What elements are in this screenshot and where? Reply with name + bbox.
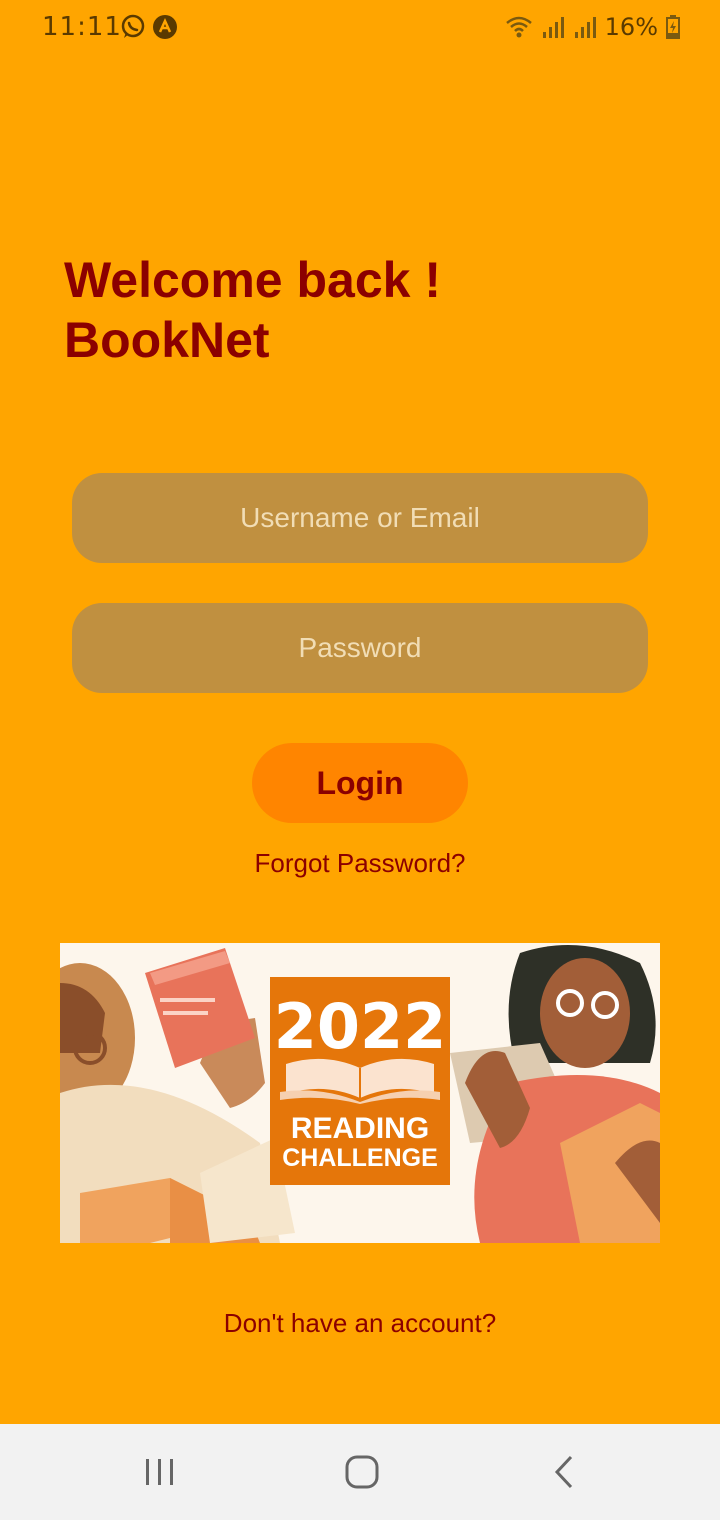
wifi-icon [505, 16, 532, 38]
whatsapp-icon [121, 14, 145, 38]
login-button[interactable]: Login [252, 743, 468, 823]
password-input[interactable] [72, 603, 648, 693]
status-bar: 11:11 16% [0, 0, 720, 56]
status-indicators: 16% [505, 12, 680, 42]
home-icon [345, 1455, 379, 1489]
signal-icon [542, 17, 564, 38]
battery-level: 16% [604, 13, 658, 41]
recent-apps-button[interactable] [100, 1424, 220, 1520]
system-nav-bar [0, 1424, 720, 1520]
welcome-text: Welcome back ! [64, 252, 442, 308]
forgot-password-link[interactable]: Forgot Password? [0, 848, 720, 879]
badge-label-challenge: CHALLENGE [282, 1144, 438, 1172]
open-book-icon [280, 1058, 440, 1104]
page-title: Welcome back ! BookNet [64, 250, 441, 370]
home-button[interactable] [302, 1424, 422, 1520]
app-name: BookNet [64, 312, 270, 368]
app-notification-icon [153, 15, 177, 39]
signup-link[interactable]: Don't have an account? [0, 1308, 720, 1339]
recent-apps-icon [146, 1459, 173, 1485]
signal-icon [574, 17, 596, 38]
back-icon [554, 1455, 573, 1489]
status-time: 11:11 [42, 12, 122, 42]
badge-label-reading: READING [290, 1112, 430, 1145]
battery-charging-icon [666, 15, 680, 39]
username-input[interactable] [72, 473, 648, 563]
back-button[interactable] [504, 1424, 624, 1520]
